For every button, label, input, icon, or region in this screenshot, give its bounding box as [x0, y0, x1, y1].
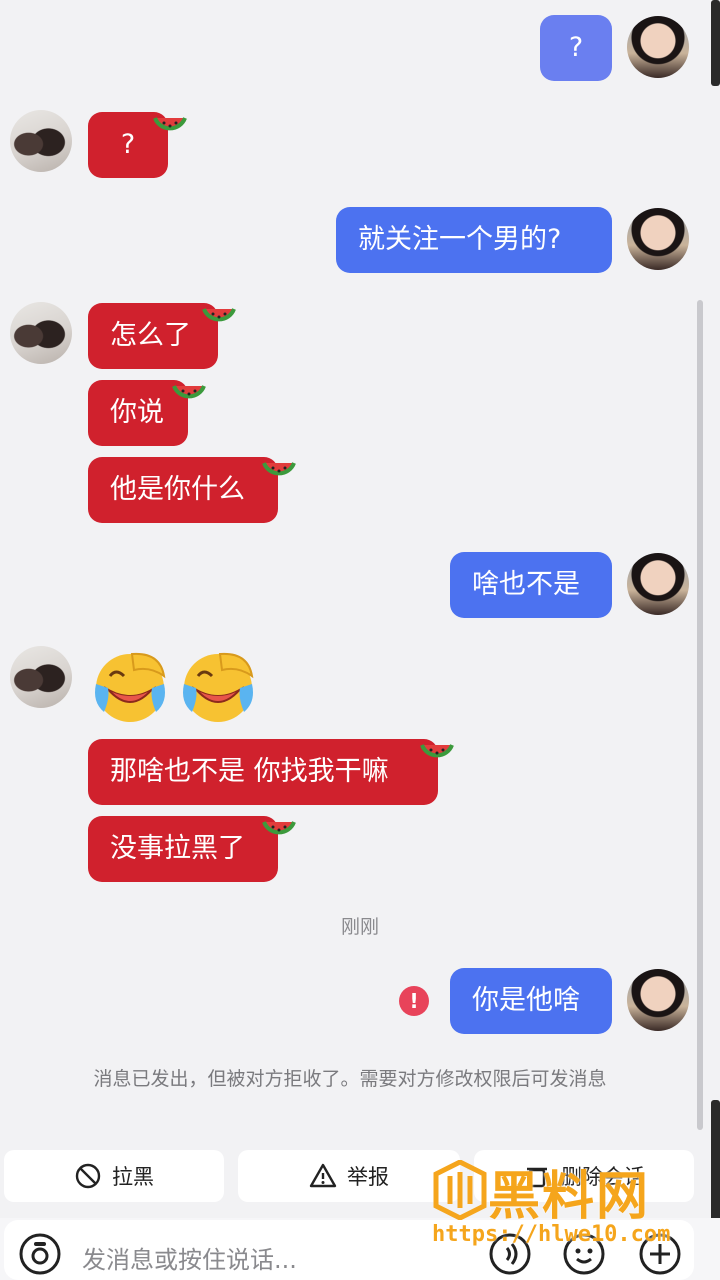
message-bubble-received[interactable]: 那啥也不是 你找我干嘛: [88, 739, 438, 805]
block-label: 拉黑: [112, 1165, 154, 1189]
watermelon-icon: [202, 308, 236, 322]
watermelon-icon: [262, 821, 296, 835]
message-bubble-sent[interactable]: 你是他啥: [450, 968, 612, 1034]
message-bubble-received[interactable]: 怎么了: [88, 303, 218, 369]
send-failed-icon[interactable]: !: [399, 986, 429, 1016]
chat-scrollbar[interactable]: [697, 300, 703, 1130]
watermark-title: 黑料网: [488, 1167, 651, 1227]
warning-icon: [309, 1163, 337, 1188]
block-button[interactable]: 拉黑: [4, 1150, 224, 1202]
message-bubble-sent[interactable]: 就关注一个男的?: [336, 207, 612, 273]
report-label: 举报: [347, 1165, 389, 1189]
watermelon-icon: [262, 462, 296, 476]
rejection-notice: 消息已发出，但被对方拒收了。需要对方修改权限后可发消息: [93, 1068, 607, 1090]
scroll-indicator-top: [711, 0, 720, 86]
camera-icon[interactable]: [18, 1232, 62, 1276]
message-bubble-received[interactable]: 没事拉黑了: [88, 816, 278, 882]
my-avatar[interactable]: [627, 969, 689, 1031]
my-avatar[interactable]: [627, 16, 689, 78]
message-bubble-received[interactable]: 他是你什么: [88, 457, 278, 523]
message-bubble-sent[interactable]: ?: [540, 15, 612, 81]
watermelon-icon: [172, 385, 206, 399]
message-bubble-sent[interactable]: 啥也不是: [450, 552, 612, 618]
watermark-url: https://hlwe10.com: [432, 1222, 671, 1247]
contact-avatar[interactable]: [10, 302, 72, 364]
contact-avatar[interactable]: [10, 110, 72, 172]
message-timestamp: 刚刚: [340, 916, 379, 938]
my-avatar[interactable]: [627, 553, 689, 615]
contact-avatar[interactable]: [10, 646, 72, 708]
watermelon-icon: [153, 117, 187, 131]
watermelon-icon: [420, 744, 454, 758]
report-button[interactable]: 举报: [238, 1150, 460, 1202]
block-icon: [75, 1163, 101, 1189]
laughing-crying-emoji[interactable]: [178, 646, 258, 726]
watermark-logo: [433, 1160, 487, 1220]
my-avatar[interactable]: [627, 208, 689, 270]
input-placeholder: 发消息或按住说话...: [82, 1246, 297, 1274]
laughing-crying-emoji[interactable]: [90, 646, 170, 726]
